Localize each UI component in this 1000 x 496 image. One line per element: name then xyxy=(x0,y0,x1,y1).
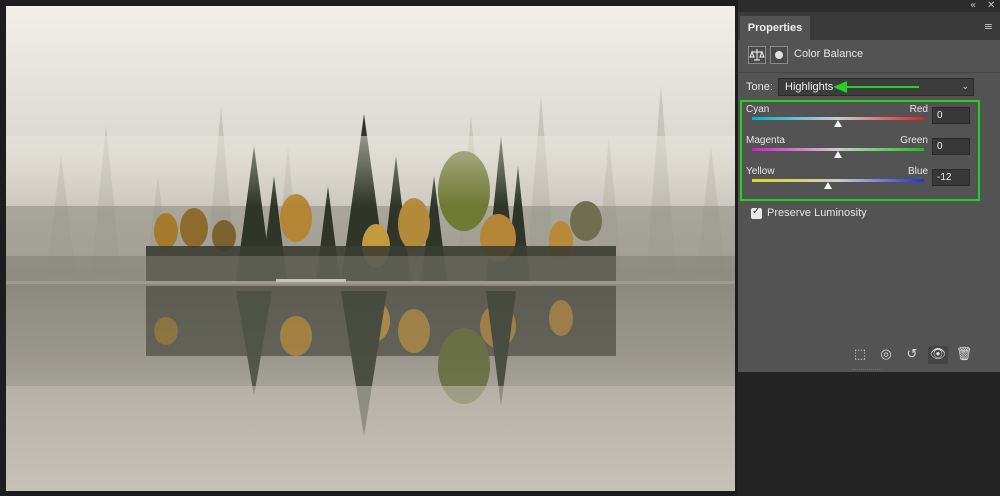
reset-icon[interactable]: ↺ xyxy=(902,346,922,364)
slider-yellow-blue: Yellow Blue -12 xyxy=(746,166,972,196)
slider-magenta-green: Magenta Green 0 xyxy=(746,135,972,165)
slider-value-input[interactable]: 0 xyxy=(932,138,970,155)
panel-footer: ⬚ ◎ ↺ 👁 🗑 xyxy=(738,342,1000,368)
slider-cyan-red: Cyan Red 0 xyxy=(746,104,972,134)
tone-selected-value: Highlights xyxy=(785,81,834,93)
preserve-luminosity-checkbox[interactable]: ✓ xyxy=(751,206,762,219)
chevron-down-icon: ⌄ xyxy=(961,82,969,92)
panel-topbar: « ✕ xyxy=(738,0,1000,12)
image-canvas-frame xyxy=(0,0,738,496)
slider-left-label: Cyan xyxy=(746,104,770,115)
close-icon[interactable]: ✕ xyxy=(987,0,995,12)
mask-icon[interactable] xyxy=(770,46,788,64)
double-chevron-icon[interactable]: « xyxy=(970,0,976,12)
tone-label: Tone: xyxy=(746,81,773,93)
slider-thumb[interactable] xyxy=(823,182,832,189)
checkmark-icon: ✓ xyxy=(752,206,761,217)
slider-thumb[interactable] xyxy=(834,120,842,127)
slider-left-label: Magenta xyxy=(746,135,785,146)
adjustment-title: Color Balance xyxy=(794,48,864,60)
view-previous-state-icon[interactable]: ◎ xyxy=(876,346,896,364)
tab-properties[interactable]: Properties xyxy=(740,16,810,40)
visibility-icon[interactable]: 👁 xyxy=(928,346,948,364)
slider-value-input[interactable]: -12 xyxy=(932,169,970,186)
panel-resize-grip[interactable] xyxy=(852,369,882,372)
trash-icon[interactable]: 🗑 xyxy=(954,346,974,364)
slider-right-label: Blue xyxy=(907,166,928,177)
sliders-highlight-box: Cyan Red 0 Magenta Green 0 Yellow Blue -… xyxy=(740,100,980,201)
slider-right-label: Red xyxy=(909,104,928,115)
properties-panel: « ✕ Properties ≡ Color Balance Tone: Hig… xyxy=(738,0,1000,496)
panel-menu-icon[interactable]: ≡ xyxy=(984,20,993,33)
slider-thumb[interactable] xyxy=(834,151,842,158)
clip-to-layer-icon[interactable]: ⬚ xyxy=(850,346,870,364)
properties-body: Color Balance Tone: Highlights ⌄ Cyan Re… xyxy=(738,40,1000,372)
slider-value-input[interactable]: 0 xyxy=(932,107,970,124)
panel-tab-header: Properties ≡ xyxy=(738,12,1000,41)
slider-right-label: Green xyxy=(900,135,928,146)
document-image-canvas[interactable] xyxy=(6,6,735,491)
divider xyxy=(738,72,1000,73)
slider-track[interactable] xyxy=(752,179,924,182)
foggy-lake-photo xyxy=(6,6,735,491)
color-balance-icon[interactable] xyxy=(748,46,766,64)
slider-left-label: Yellow xyxy=(746,166,775,177)
annotation-arrow-icon xyxy=(833,81,919,93)
preserve-luminosity-label: Preserve Luminosity xyxy=(767,207,867,219)
